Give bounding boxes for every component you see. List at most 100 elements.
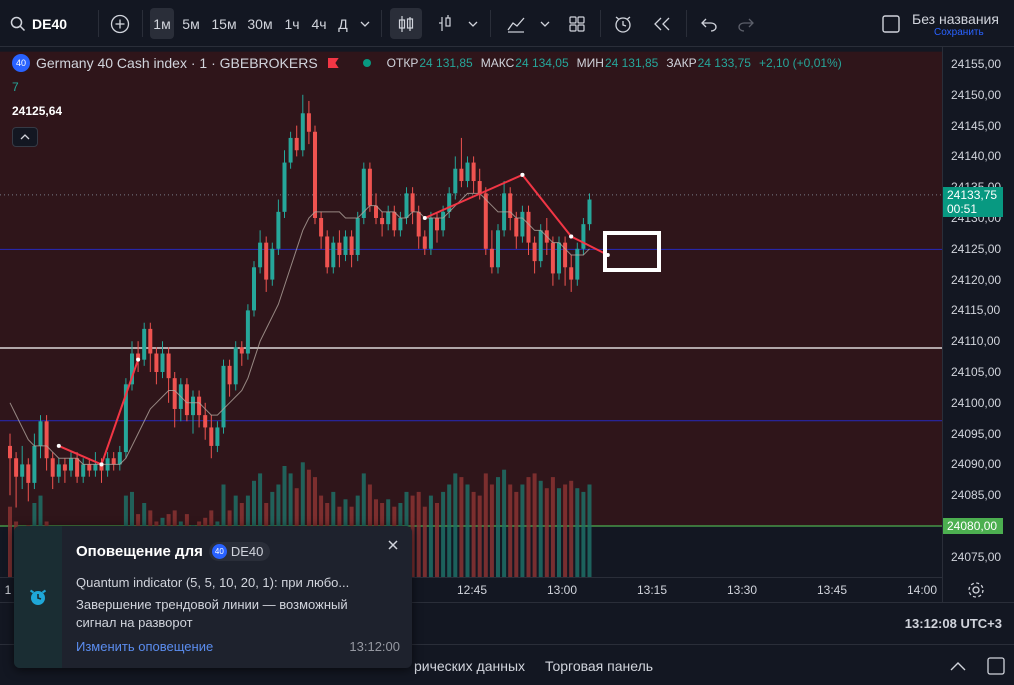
ohlc-values: ОТКР 24 131,85 МАКС 24 134,05 МИН 24 131,85… xyxy=(387,56,850,70)
market-status-icon xyxy=(362,59,371,67)
candle xyxy=(361,162,366,225)
candle-body xyxy=(435,218,439,231)
candle-body xyxy=(313,131,317,218)
candle-body xyxy=(203,415,208,428)
level-price: 24080,00 xyxy=(947,519,998,533)
volume-bar xyxy=(508,484,513,577)
candle-body xyxy=(331,242,336,268)
notification-title: Оповещение для 40 DE40 xyxy=(76,542,398,561)
interval-5m[interactable]: 5м xyxy=(179,8,203,39)
candle-body xyxy=(288,137,293,163)
volume-bar xyxy=(435,503,439,577)
save-link[interactable]: Сохранить xyxy=(934,27,1008,38)
low-value: 24 131,85 xyxy=(604,56,659,70)
edit-alert-link[interactable]: Изменить оповещение xyxy=(76,639,213,654)
candle-body xyxy=(489,248,494,268)
candle xyxy=(142,322,147,366)
candle-body xyxy=(197,396,202,416)
candle xyxy=(367,162,372,212)
redo-icon xyxy=(738,18,754,32)
interval-4h[interactable]: 4ч xyxy=(308,8,330,39)
candle-body xyxy=(380,218,385,225)
candle-body xyxy=(532,242,537,262)
clock-timezone[interactable]: 13:12:08 UTC+3 xyxy=(905,616,1002,631)
price-tick: 24110,00 xyxy=(951,334,1001,349)
candle xyxy=(313,125,317,225)
candle-body xyxy=(398,218,403,231)
flag-icon[interactable] xyxy=(327,58,339,68)
volume-bar xyxy=(496,477,500,577)
instrument-title[interactable]: Germany 40 Cash index · 1 · GBEBROKERS xyxy=(36,55,318,71)
compare-symbol-button[interactable] xyxy=(107,8,133,39)
candle-body xyxy=(569,267,574,280)
interval-15m[interactable]: 15м xyxy=(210,8,238,39)
candle-body xyxy=(172,378,177,409)
symbol-chip[interactable]: 40 DE40 xyxy=(208,542,271,561)
volume-bar xyxy=(8,506,12,577)
volume-bar xyxy=(502,469,507,577)
tab-history[interactable]: рических данных xyxy=(414,658,525,674)
interval-1d[interactable]: Д xyxy=(334,8,352,39)
search-icon xyxy=(10,16,26,31)
indicators-dropdown[interactable] xyxy=(537,8,553,39)
volume-bar xyxy=(514,491,519,577)
redo-button[interactable] xyxy=(733,8,759,39)
interval-30m[interactable]: 30м xyxy=(245,8,275,39)
alert-notification: Оповещение для 40 DE40 Quantum indicator… xyxy=(14,526,412,668)
tab-trading-panel[interactable]: Торговая панель xyxy=(545,658,653,674)
chip-badge: 40 xyxy=(211,544,227,559)
candle-body xyxy=(239,347,244,354)
layout-checkbox[interactable] xyxy=(880,8,902,39)
candle-body xyxy=(245,310,250,354)
expand-panel-button[interactable] xyxy=(947,655,969,677)
layout-name: Без названия xyxy=(912,11,999,27)
interval-1m[interactable]: 1м xyxy=(150,8,174,39)
price-tick: 24075,00 xyxy=(951,549,1002,564)
notification-condition: Quantum indicator (5, 5, 10, 20, 1): при… xyxy=(76,575,350,590)
replay-button[interactable] xyxy=(648,8,676,39)
close-icon xyxy=(388,540,398,550)
candle-body xyxy=(337,242,342,255)
volume-bar xyxy=(587,484,592,577)
candle-body xyxy=(154,353,159,372)
candle-body xyxy=(319,218,324,237)
candle-body xyxy=(191,396,195,416)
layout-name-block[interactable]: Без названия Сохранить xyxy=(912,11,1008,38)
candle-body xyxy=(428,218,433,249)
indicators-icon xyxy=(507,17,525,33)
interval-1h[interactable]: 1ч xyxy=(281,8,303,39)
maximize-panel-button[interactable] xyxy=(986,656,1006,676)
toolbar-divider xyxy=(381,10,382,37)
candle xyxy=(252,261,256,317)
undo-button[interactable] xyxy=(696,8,722,39)
chart-settings-button[interactable] xyxy=(966,580,986,600)
candle-body xyxy=(221,365,226,428)
symbol-search[interactable]: DE40 xyxy=(10,8,70,39)
alert-button[interactable] xyxy=(609,8,637,39)
chart-type-candles-button[interactable] xyxy=(390,8,422,39)
candle-body xyxy=(563,242,568,268)
indicators-button[interactable] xyxy=(502,8,530,39)
close-notification-button[interactable] xyxy=(386,538,402,554)
volume-bar xyxy=(459,477,464,577)
price-scale[interactable]: 24155,0024150,0024145,0024140,0024135,00… xyxy=(942,47,1014,577)
open-label: ОТКР xyxy=(386,56,419,70)
candle xyxy=(270,242,275,286)
price-tick: 24155,00 xyxy=(951,57,1002,71)
candle-body xyxy=(87,464,92,471)
candle-body xyxy=(422,236,427,249)
high-value: 24 134,05 xyxy=(515,56,569,70)
toolbar-divider xyxy=(600,10,601,37)
candle-body xyxy=(575,248,580,280)
candle-body xyxy=(306,113,311,132)
chart-type-dropdown[interactable] xyxy=(465,8,481,39)
layouts-button[interactable] xyxy=(563,8,591,39)
high-label: МАКС xyxy=(480,56,515,70)
collapse-legend-button[interactable] xyxy=(12,127,38,147)
candle xyxy=(245,304,250,360)
interval-dropdown[interactable] xyxy=(357,8,373,39)
chart-pane[interactable] xyxy=(0,47,942,577)
price-chart[interactable] xyxy=(0,47,942,577)
bar-chart-button[interactable] xyxy=(432,8,458,39)
scale-divider xyxy=(942,47,943,602)
